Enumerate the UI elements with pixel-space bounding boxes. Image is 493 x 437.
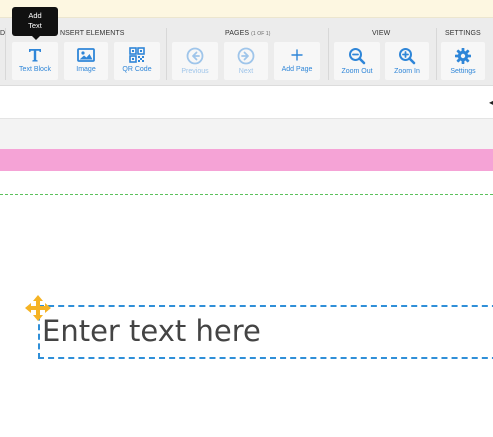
collapse-arrow-icon[interactable]: ◂ [489, 98, 493, 107]
group-divider [436, 28, 437, 80]
group-divider [166, 28, 167, 80]
next-label: Next [238, 68, 254, 75]
zoom-in-button[interactable]: Zoom In [385, 42, 429, 80]
qr-code-icon [129, 47, 145, 63]
arrow-right-circle-icon [237, 47, 255, 65]
arrow-left-circle-icon [186, 47, 204, 65]
tooltip-line-2: Text [28, 21, 42, 30]
qr-code-label: QR Code [122, 66, 152, 73]
image-label: Image [76, 66, 96, 73]
add-page-label: Add Page [281, 66, 313, 73]
group-label-settings: SETTINGS [445, 30, 481, 37]
zoom-in-icon [399, 48, 416, 65]
image-button[interactable]: Image [64, 42, 108, 80]
previous-page-button[interactable]: Previous [172, 42, 218, 80]
text-t-icon [29, 49, 41, 62]
pages-count: (1 OF 1) [251, 31, 271, 37]
editor-toolbar: D NSERT ELEMENTS PAGES (1 OF 1) VIEW SET… [0, 18, 493, 86]
image-icon [77, 48, 95, 62]
ruler-band: ◂ [0, 86, 493, 119]
add-text-tooltip: Add Text [12, 7, 58, 40]
move-handle-icon[interactable] [24, 294, 52, 322]
group-label-pages: PAGES (1 OF 1) [225, 30, 271, 37]
plus-icon [291, 49, 303, 61]
settings-button[interactable]: Settings [441, 42, 485, 80]
group-divider [328, 28, 329, 80]
zoom-out-icon [349, 48, 366, 65]
top-notice-strip [0, 0, 493, 18]
group-label-insert-elements: NSERT ELEMENTS [60, 30, 125, 37]
group-label-view: VIEW [372, 30, 391, 37]
zoom-out-button[interactable]: Zoom Out [334, 42, 380, 80]
add-page-button[interactable]: Add Page [274, 42, 320, 80]
settings-label: Settings [450, 68, 476, 75]
pink-design-band [0, 149, 493, 171]
margin-guide-line [0, 194, 493, 195]
text-block-button[interactable]: Text Block [12, 42, 58, 80]
text-block-content[interactable]: Enter text here [42, 314, 261, 348]
zoom-in-label: Zoom In [394, 68, 420, 75]
next-page-button[interactable]: Next [224, 42, 268, 80]
zoom-out-label: Zoom Out [341, 68, 373, 75]
page-header-band [0, 119, 493, 149]
text-block-label: Text Block [19, 66, 51, 73]
gear-icon [455, 48, 471, 64]
previous-label: Previous [181, 68, 209, 75]
group-divider [5, 28, 6, 80]
pages-title: PAGES [225, 30, 250, 37]
qr-code-button[interactable]: QR Code [114, 42, 160, 80]
tooltip-line-1: Add [28, 11, 42, 20]
